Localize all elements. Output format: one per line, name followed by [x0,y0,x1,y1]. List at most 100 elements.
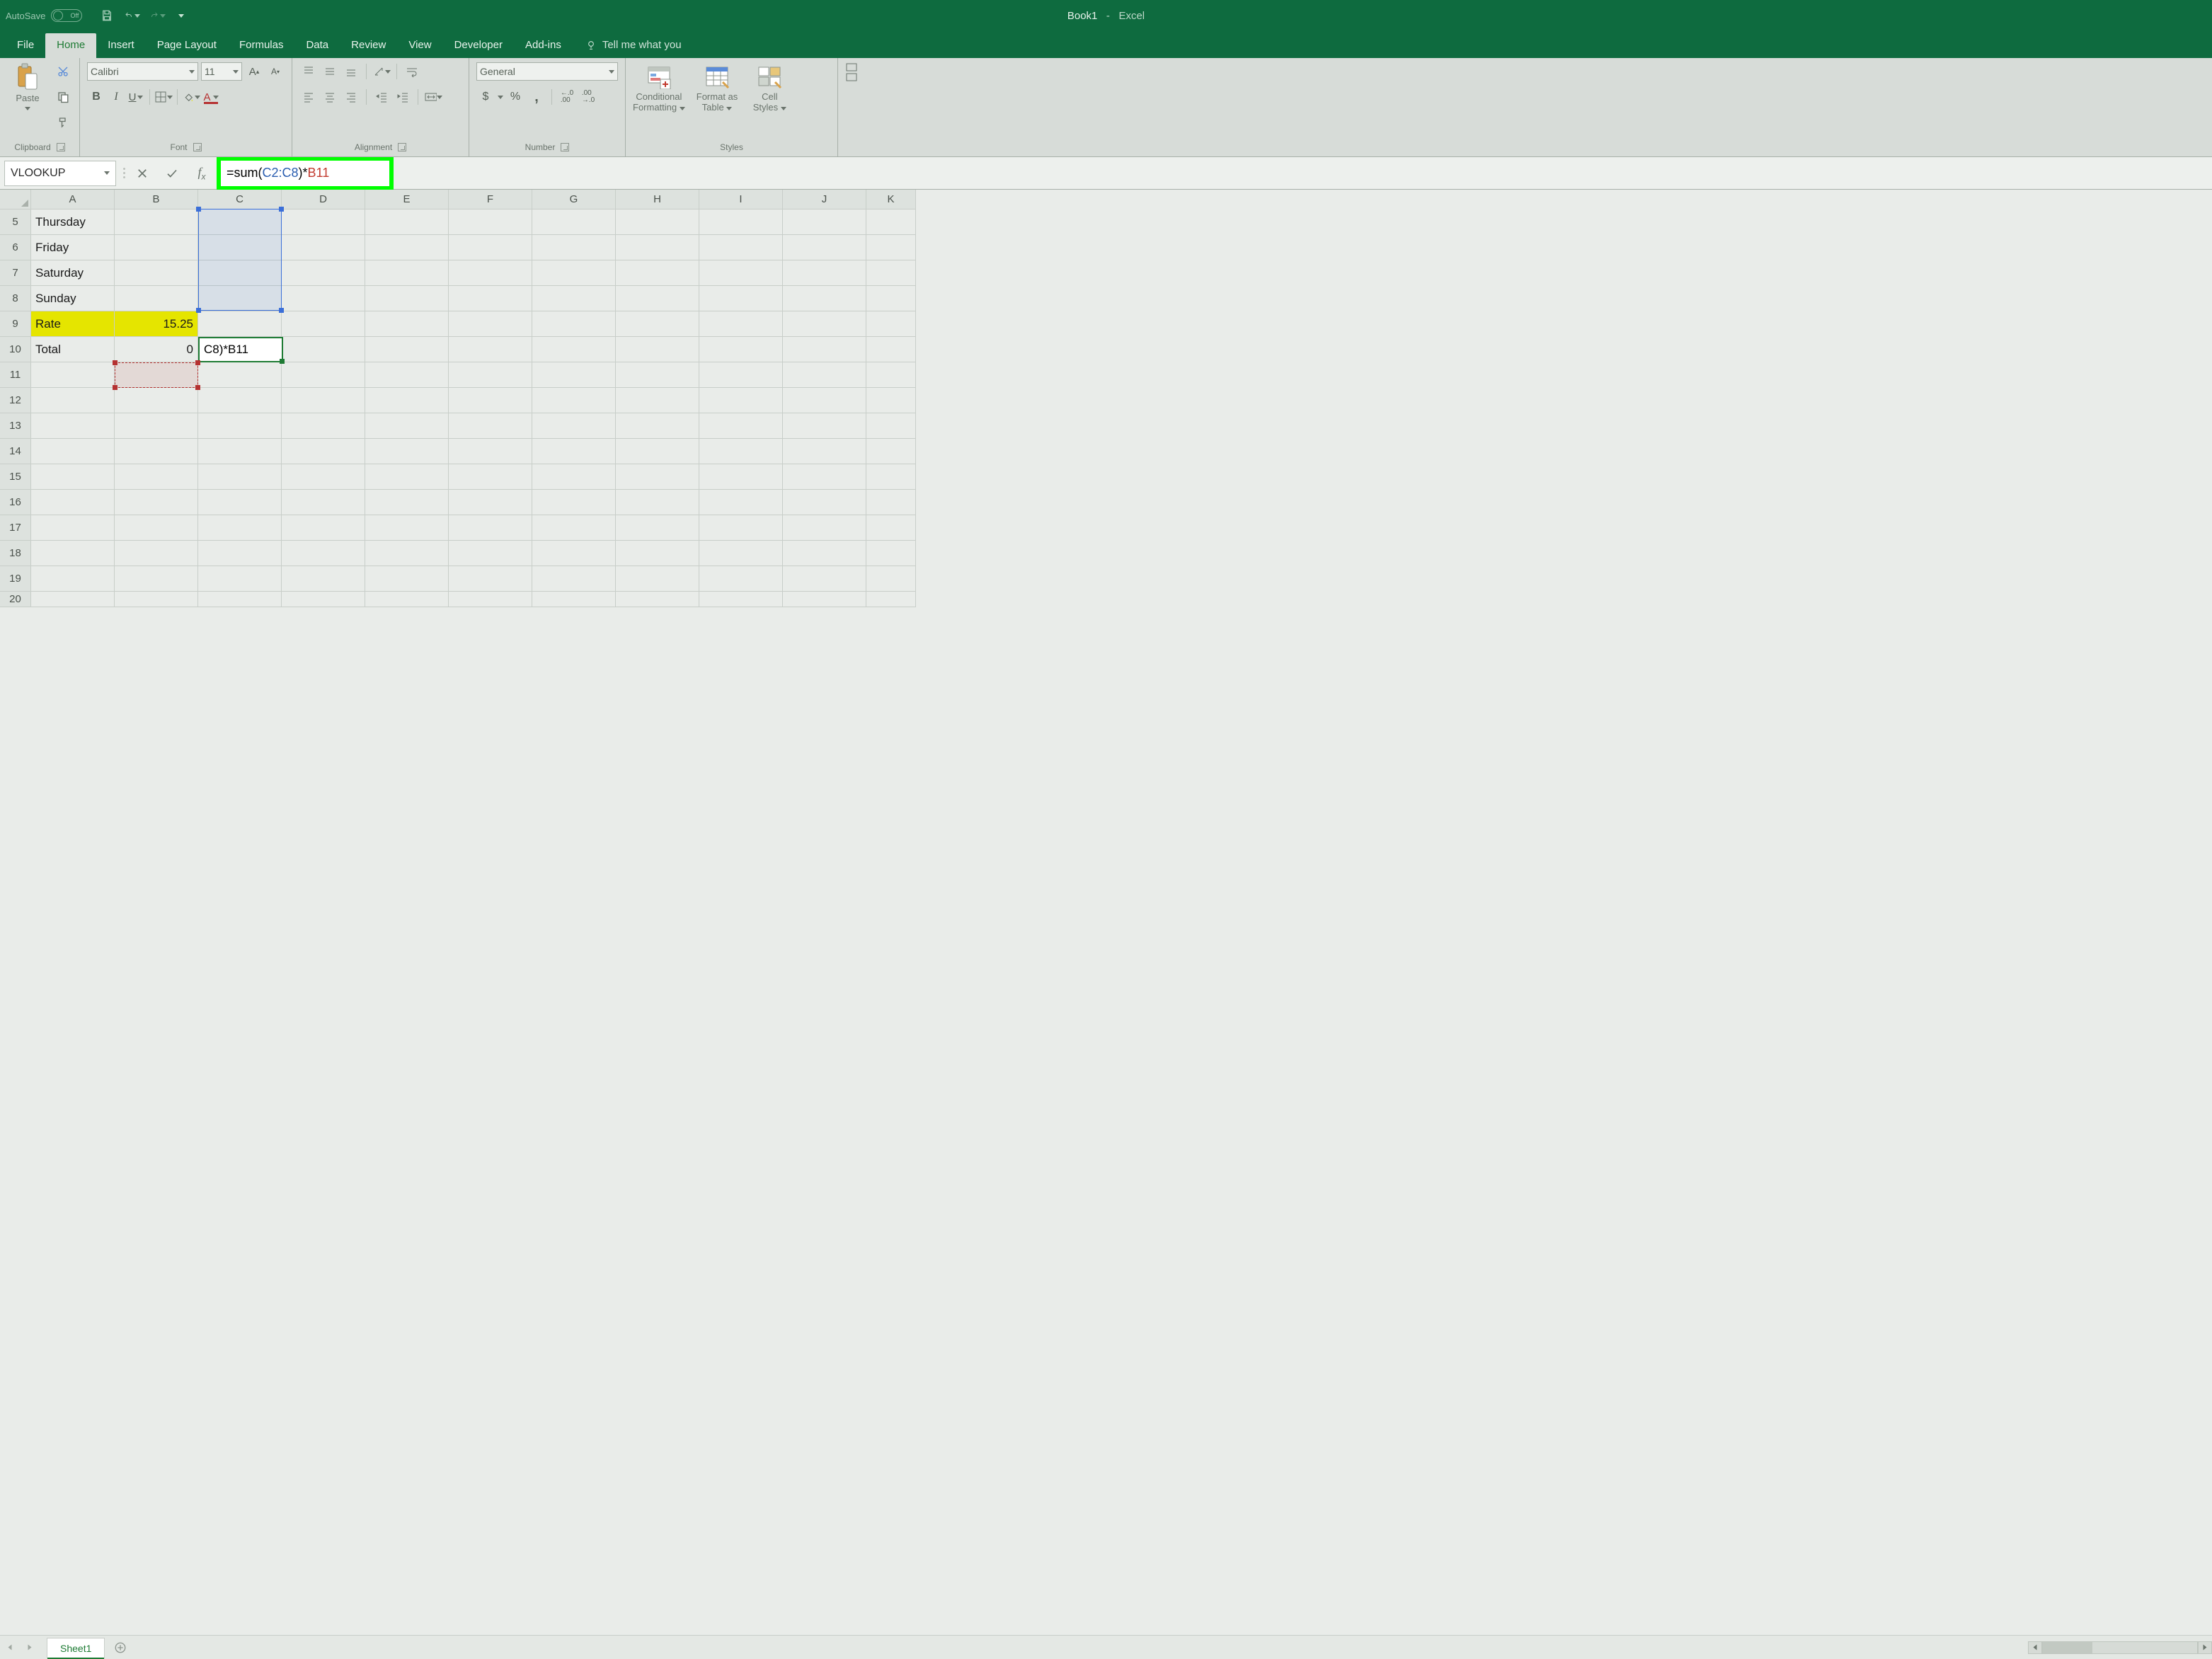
cell-C15[interactable] [198,464,282,490]
cell-I5[interactable] [699,209,783,235]
cell-G19[interactable] [532,566,616,592]
cell-G14[interactable] [532,439,616,464]
row-header-14[interactable]: 14 [0,439,31,464]
cell-G7[interactable] [532,260,616,286]
row-header-13[interactable]: 13 [0,413,31,439]
cell-H16[interactable] [616,490,699,515]
cell-G5[interactable] [532,209,616,235]
cell-J15[interactable] [783,464,866,490]
cell-B11[interactable] [115,362,198,388]
cell-C12[interactable] [198,388,282,413]
column-header-D[interactable]: D [282,190,365,209]
cell-C9[interactable] [198,311,282,337]
cell-C7[interactable] [198,260,282,286]
merge-center-icon[interactable] [424,88,442,106]
cell-J16[interactable] [783,490,866,515]
bold-button[interactable]: B [87,88,105,106]
undo-dropdown-icon[interactable] [134,14,140,18]
cell-G13[interactable] [532,413,616,439]
hscroll-thumb[interactable] [2043,1642,2092,1653]
cell-G15[interactable] [532,464,616,490]
autosave-switch[interactable]: Off [51,9,82,22]
cell-B14[interactable] [115,439,198,464]
cell-G18[interactable] [532,541,616,566]
borders-button[interactable] [154,88,173,106]
cell-G9[interactable] [532,311,616,337]
row-header-7[interactable]: 7 [0,260,31,286]
decrease-font-icon[interactable]: A▾ [266,62,285,81]
cell-D18[interactable] [282,541,365,566]
cell-G16[interactable] [532,490,616,515]
row-header-19[interactable]: 19 [0,566,31,592]
row-header-17[interactable]: 17 [0,515,31,541]
tab-insert[interactable]: Insert [96,33,146,58]
cell-F12[interactable] [449,388,532,413]
cell-E10[interactable] [365,337,449,362]
cell-C11[interactable] [198,362,282,388]
cell-I19[interactable] [699,566,783,592]
formula-input[interactable]: =sum(C2:C8)*B11 [221,161,389,186]
cell-H14[interactable] [616,439,699,464]
cell-J17[interactable] [783,515,866,541]
cell-A11[interactable] [31,362,115,388]
namebox-dropdown-icon[interactable] [104,171,110,175]
formula-bar-resize-handle[interactable] [120,168,127,178]
cell-C5[interactable] [198,209,282,235]
cell-E7[interactable] [365,260,449,286]
column-header-G[interactable]: G [532,190,616,209]
cell-E15[interactable] [365,464,449,490]
column-header-I[interactable]: I [699,190,783,209]
tab-review[interactable]: Review [340,33,397,58]
cell-G10[interactable] [532,337,616,362]
cell-H6[interactable] [616,235,699,260]
cell-H8[interactable] [616,286,699,311]
cell-B19[interactable] [115,566,198,592]
cell-F17[interactable] [449,515,532,541]
conditional-formatting-button[interactable]: ConditionalFormatting [633,65,685,113]
column-header-H[interactable]: H [616,190,699,209]
cell-E19[interactable] [365,566,449,592]
cell-K6[interactable] [866,235,916,260]
cell-C6[interactable] [198,235,282,260]
cell-H9[interactable] [616,311,699,337]
align-right-icon[interactable] [342,88,360,106]
format-as-table-button[interactable]: Format asTable [697,65,738,113]
cell-B6[interactable] [115,235,198,260]
percent-format-button[interactable]: % [506,88,525,106]
cell-C19[interactable] [198,566,282,592]
cell-D9[interactable] [282,311,365,337]
comma-format-button[interactable]: , [527,88,546,106]
align-center-icon[interactable] [321,88,339,106]
cell-H18[interactable] [616,541,699,566]
decrease-indent-icon[interactable] [372,88,391,106]
cell-F19[interactable] [449,566,532,592]
cell-H15[interactable] [616,464,699,490]
cell-A20[interactable] [31,592,115,607]
cell-E6[interactable] [365,235,449,260]
cell-I18[interactable] [699,541,783,566]
new-sheet-button[interactable] [110,1638,130,1658]
name-box[interactable]: VLOOKUP [4,161,116,186]
cell-H19[interactable] [616,566,699,592]
increase-decimal-button[interactable]: ←.0.00 [558,88,576,106]
insert-function-button[interactable]: fx [187,161,217,186]
tab-view[interactable]: View [397,33,442,58]
cell-H13[interactable] [616,413,699,439]
cell-grid[interactable]: ThursdayFridaySaturdaySundayRate15.25Tot… [31,209,2212,1635]
cell-C10[interactable]: C8)*B11 [198,337,282,362]
cell-K10[interactable] [866,337,916,362]
cancel-formula-button[interactable] [127,161,157,186]
cell-B16[interactable] [115,490,198,515]
cell-J19[interactable] [783,566,866,592]
cell-C20[interactable] [198,592,282,607]
number-launcher-icon[interactable] [561,143,569,151]
row-header-20[interactable]: 20 [0,592,31,607]
cell-B7[interactable] [115,260,198,286]
cell-H20[interactable] [616,592,699,607]
redo-icon[interactable] [150,8,166,23]
cell-H7[interactable] [616,260,699,286]
tab-developer[interactable]: Developer [443,33,514,58]
cell-C13[interactable] [198,413,282,439]
sheet-nav-next-icon[interactable] [20,1639,40,1656]
underline-button[interactable]: U [127,88,145,106]
